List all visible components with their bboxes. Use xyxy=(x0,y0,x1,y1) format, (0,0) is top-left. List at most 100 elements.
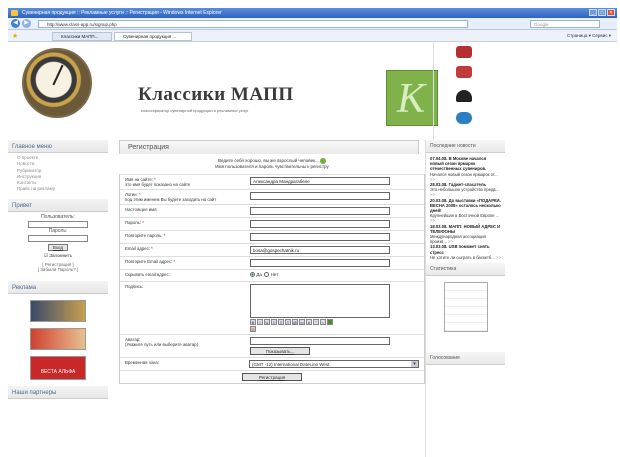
tab-bar: ★ Классики МАПП... Сувенирная продукция … xyxy=(8,30,617,42)
page-title: Регистрация xyxy=(119,140,419,154)
hide-email-yes-radio[interactable] xyxy=(250,271,255,277)
bold-icon[interactable]: B xyxy=(250,318,256,325)
k-logo-letter: K xyxy=(397,76,426,122)
window-titlebar: Сувенирная продукция :: Рекламные услуги… xyxy=(8,8,617,18)
news-item[interactable]: 07.04.08. В Москве начался новый сезон я… xyxy=(430,156,501,182)
register-links[interactable]: [ Регистрация ] [ Забыли Пароль? ] xyxy=(12,262,104,273)
news-snippet: Это небольшое устройство предв... xyxy=(430,187,500,193)
search-input[interactable]: Google xyxy=(530,20,600,28)
text-field[interactable] xyxy=(250,258,390,267)
command-bar[interactable]: Страница ▾ Сервис ▾ xyxy=(567,32,611,40)
ads-title: Реклама xyxy=(8,280,108,294)
ad-banner-1[interactable] xyxy=(30,299,86,322)
align-left-icon[interactable]: ≡ xyxy=(271,318,277,325)
form-row: Повторите Email адрес: * xyxy=(120,255,424,269)
news-item[interactable]: 13.03.08. USB поможет снять стресс Не хот… xyxy=(430,244,501,260)
site-tagline: классификатор сувенирной продукции и рек… xyxy=(141,108,249,113)
code-icon[interactable]: # xyxy=(306,318,312,325)
color-icon[interactable] xyxy=(327,318,333,325)
yes-label: Да xyxy=(256,271,262,277)
stats-title: Статистика xyxy=(426,263,505,277)
forward-icon[interactable]: ▶ xyxy=(22,19,31,28)
url-input[interactable]: http://www.class-app.ru/signup.php xyxy=(38,20,468,28)
italic-icon[interactable]: I xyxy=(257,318,263,325)
news-headline[interactable]: 18.03.08. МАПП: НОВЫЙ АДРЕС И ТЕЛЕФОНЫ xyxy=(430,224,501,234)
maximize-button[interactable]: □ xyxy=(598,9,606,16)
login-button[interactable]: Вход xyxy=(48,243,68,251)
bbcode-toolbar: B I U ≡ ≡ ≡ @ ▭ # " • xyxy=(250,318,419,325)
form-row: Повторите пароль: * xyxy=(120,229,424,243)
login-box: Пользователь: Пароль: Вход ☑ Запомнить [… xyxy=(8,212,108,275)
align-center-icon[interactable]: ≡ xyxy=(278,318,284,325)
list-icon[interactable]: • xyxy=(320,318,326,325)
text-field[interactable]: Александра Мандрагабеле xyxy=(250,176,390,185)
avatar-button[interactable]: Показывать... xyxy=(250,346,310,355)
news-item[interactable]: 28.03.08. Гаджет-спасатель Это небольшое … xyxy=(430,182,501,198)
text-field[interactable] xyxy=(250,219,390,228)
field-hint: под этим именем Вы будете заходить на са… xyxy=(125,196,217,202)
field-label: Повторите пароль: xyxy=(125,232,163,238)
tab-1[interactable]: Классики МАПП... xyxy=(52,32,112,41)
news-more-link[interactable]: >> xyxy=(430,192,435,197)
remember-checkbox[interactable]: ☑ Запомнить xyxy=(12,253,104,259)
ad-banner-2[interactable] xyxy=(30,327,86,350)
form-row: Имя на сайте: * это имя будет показано на… xyxy=(120,173,424,189)
signature-textarea[interactable] xyxy=(250,283,390,318)
smiley-picker-icon[interactable]: ☺ xyxy=(250,325,256,332)
tab-2[interactable]: Сувенирная продукция ... xyxy=(114,32,192,41)
news-list: 07.04.08. В Москве начался новый сезон я… xyxy=(426,153,505,263)
news-headline[interactable]: 07.04.08. В Москве начался новый сезон я… xyxy=(430,156,501,172)
signature-label: Подпись: xyxy=(125,283,144,289)
news-item[interactable]: 20.03.08. До выставки «ПОДАРКИ. ВЕСНА 20… xyxy=(430,198,501,224)
site-logo[interactable]: Классики МАПП xyxy=(138,84,294,106)
compass-clock-image xyxy=(22,48,92,118)
registration-form: Имя на сайте: * это имя будет показано на… xyxy=(119,173,425,384)
avatar-input[interactable] xyxy=(250,336,390,345)
notice: Ведите себя хорошо, вы же взрослый челов… xyxy=(119,158,425,170)
form-row: Логин: * под этим именем Вы будете заходи… xyxy=(120,188,424,204)
timezone-row: Временная зона: (GMT -12) International … xyxy=(120,356,424,370)
left-sidebar: Главное меню О проекте Новости Рубрикатор И… xyxy=(8,140,108,457)
ie-icon xyxy=(11,10,18,16)
news-snippet: Начался новый сезон ярмарок от... xyxy=(430,171,498,177)
timezone-select[interactable]: (GMT -12) International DateLine West xyxy=(249,359,419,368)
image-icon[interactable]: ▭ xyxy=(299,318,305,325)
minimize-button[interactable]: _ xyxy=(589,9,597,16)
hide-email-label: Скрывать email адрес: xyxy=(125,271,170,277)
password-input[interactable] xyxy=(28,234,88,242)
ad-banner-vesta[interactable]: ВЕСТА АЛЬФА xyxy=(30,355,86,380)
menu-item[interactable]: Прайс на рекламу xyxy=(8,186,108,192)
link-icon[interactable]: @ xyxy=(292,318,298,325)
news-snippet: Крупнейшая в Восточной Европе ... xyxy=(430,213,500,219)
favorites-star-icon[interactable]: ★ xyxy=(12,32,18,40)
register-submit-button[interactable]: Регистрация xyxy=(242,372,302,381)
quote-icon[interactable]: " xyxy=(313,318,319,325)
close-button[interactable]: × xyxy=(607,9,615,16)
text-field[interactable] xyxy=(250,232,390,241)
hide-email-no-radio[interactable] xyxy=(264,271,270,277)
avatar-hint: (Укажите путь или выберите аватар) xyxy=(125,341,199,347)
align-right-icon[interactable]: ≡ xyxy=(285,318,291,325)
back-icon[interactable]: ◀ xyxy=(11,19,20,28)
address-bar: ◀ ▶ http://www.class-app.ru/signup.php G… xyxy=(8,18,617,30)
news-headline[interactable]: 20.03.08. До выставки «ПОДАРКИ. ВЕСНА 20… xyxy=(430,198,501,214)
text-field[interactable] xyxy=(250,191,390,200)
text-field[interactable] xyxy=(250,206,390,215)
field-label: Повторите Email адрес: xyxy=(125,258,173,264)
text-field[interactable]: bosa@gospechatnik.ru xyxy=(250,245,390,254)
news-snippet: Международная ассоциация произв... xyxy=(430,234,486,245)
field-label: Настоящее имя: xyxy=(125,206,158,212)
notice-line-2: Имя пользователя и пароль чувствительны … xyxy=(215,164,329,169)
news-more-link[interactable]: >> xyxy=(496,255,501,260)
k-logo-image: K xyxy=(386,70,438,126)
field-label: Пароль: xyxy=(125,219,142,225)
underline-icon[interactable]: U xyxy=(264,318,270,325)
username-input[interactable] xyxy=(28,220,88,228)
vote-title: Голосование xyxy=(426,352,505,366)
main-menu-title: Главное меню xyxy=(8,140,108,153)
news-headline[interactable]: 13.03.08. USB поможет снять стресс xyxy=(430,244,501,254)
login-title: Привет xyxy=(8,198,108,212)
news-more-link[interactable]: >> xyxy=(430,218,435,223)
field-hint: это имя будет показано на сайте xyxy=(125,181,191,187)
news-item[interactable]: 18.03.08. МАПП: НОВЫЙ АДРЕС И ТЕЛЕФОНЫ Ме… xyxy=(430,224,501,245)
